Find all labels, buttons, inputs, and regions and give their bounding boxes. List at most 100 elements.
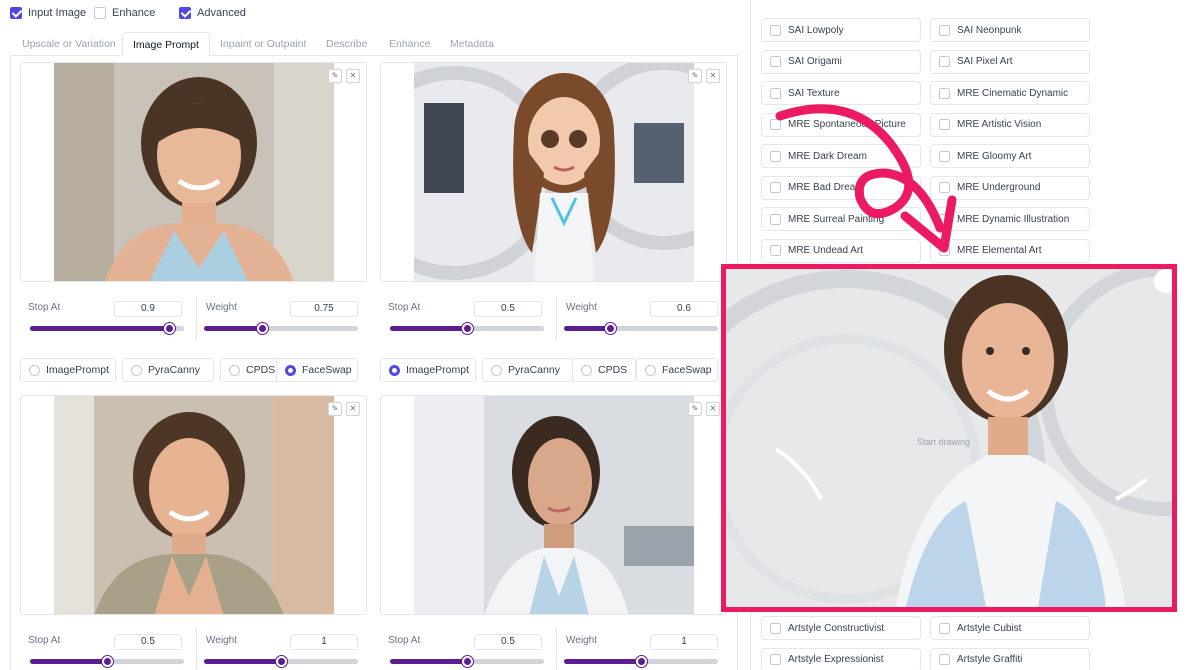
close-icon[interactable]: ✕: [706, 402, 720, 416]
weight-slider[interactable]: [564, 656, 718, 667]
style-option[interactable]: SAI Lowpoly: [761, 18, 921, 42]
style-option-label: SAI Origami: [788, 56, 842, 67]
image-slot-3[interactable]: ✎ ✕: [20, 395, 367, 615]
close-icon[interactable]: ✕: [706, 69, 720, 83]
image-slot-1[interactable]: ✎ ✕: [20, 62, 367, 282]
style-option[interactable]: Artstyle Graffiti: [930, 647, 1090, 670]
slider-thumb[interactable]: [276, 656, 287, 667]
slot-2-radio-pyracanny[interactable]: PyraCanny: [482, 358, 574, 382]
portrait-photo-3: [54, 396, 334, 614]
radio-label: PyraCanny: [508, 364, 560, 376]
portrait-photo-4: [414, 396, 694, 614]
slot-2-radio-faceswap[interactable]: FaceSwap: [636, 358, 718, 382]
checkbox-icon: [770, 56, 781, 67]
style-option-label: Artstyle Expressionist: [788, 654, 884, 665]
checkbox-icon: [939, 622, 950, 634]
radio-label: ImagePrompt: [406, 364, 470, 376]
style-option-label: SAI Pixel Art: [957, 56, 1013, 67]
slot-1-radio-imageprompt[interactable]: ImagePrompt: [20, 358, 116, 382]
style-option[interactable]: Artstyle Cubist: [930, 616, 1090, 640]
advanced-checkbox[interactable]: Advanced: [179, 7, 246, 19]
slot-2-radio-cpds[interactable]: CPDS: [572, 358, 636, 382]
enhance-checkbox[interactable]: Enhance: [94, 7, 155, 19]
close-icon[interactable]: ✕: [346, 402, 360, 416]
weight-value[interactable]: 1: [290, 634, 358, 650]
style-option[interactable]: SAI Origami: [761, 49, 921, 74]
stop-at-slider[interactable]: [390, 656, 544, 667]
checkbox-icon: [770, 622, 781, 634]
slot-1-radio-faceswap[interactable]: FaceSwap: [276, 358, 358, 382]
slot-2-radio-imageprompt[interactable]: ImagePrompt: [380, 358, 476, 382]
checkbox-icon: [770, 87, 781, 99]
stop-at-slider[interactable]: [30, 323, 184, 334]
stop-at-label: Stop At: [28, 635, 61, 646]
style-option[interactable]: SAI Pixel Art: [930, 49, 1090, 74]
slider-thumb[interactable]: [102, 656, 113, 667]
slider-thumb[interactable]: [462, 323, 473, 334]
input-image-label: Input Image: [28, 7, 87, 19]
style-option-label: Artstyle Cubist: [957, 622, 1022, 634]
pencil-icon[interactable]: ✎: [328, 69, 342, 83]
stop-at-label: Stop At: [388, 635, 421, 646]
pencil-icon[interactable]: ✎: [688, 69, 702, 83]
enhance-label: Enhance: [112, 7, 156, 19]
slider-thumb[interactable]: [462, 656, 473, 667]
style-option[interactable]: Artstyle Expressionist: [761, 647, 921, 670]
weight-value[interactable]: 1: [650, 634, 718, 650]
weight-slider[interactable]: [564, 323, 718, 334]
radio-icon: [29, 364, 40, 376]
stop-at-value[interactable]: 0.5: [474, 634, 542, 650]
tab-upscale-or-variation[interactable]: Upscale or Variation: [12, 32, 126, 56]
radio-icon: [491, 364, 502, 376]
radio-label: ImagePrompt: [46, 364, 110, 376]
top-options-bar: Input Image Enhance Advanced: [0, 0, 740, 28]
image-slot-4[interactable]: ✎ ✕: [380, 395, 727, 615]
tab-image-prompt[interactable]: Image Prompt: [122, 32, 210, 56]
slider-row-2: Stop At 0.5 Weight 1 Stop At 0.5 Weight …: [20, 629, 730, 670]
style-option-label: MRE Underground: [957, 182, 1041, 193]
input-image-check-icon: [10, 7, 22, 19]
weight-value[interactable]: 0.75: [290, 301, 358, 317]
radio-icon: [581, 364, 592, 376]
slider-thumb[interactable]: [256, 323, 268, 334]
style-option[interactable]: Artstyle Constructivist: [761, 616, 921, 640]
image-slot-2[interactable]: ✎ ✕: [380, 62, 727, 282]
style-option-label: MRE Dynamic Illustration: [957, 213, 1070, 225]
stop-at-label: Stop At: [28, 302, 61, 313]
annotation-arrow-icon: [775, 104, 957, 253]
pencil-icon[interactable]: ✎: [328, 402, 342, 416]
slider-thumb[interactable]: [605, 323, 617, 334]
weight-slider[interactable]: [204, 656, 358, 667]
input-image-checkbox[interactable]: Input Image: [10, 7, 86, 19]
slider-thumb[interactable]: [163, 323, 175, 334]
stop-at-value[interactable]: 0.9: [114, 301, 182, 317]
style-option-label: Artstyle Constructivist: [788, 622, 885, 634]
style-option[interactable]: SAI Neonpunk: [930, 18, 1090, 42]
style-option-label: MRE Elemental Art: [957, 245, 1042, 256]
radio-icon: [131, 364, 142, 376]
pencil-icon[interactable]: ✎: [688, 402, 702, 416]
slot-1-radio-cpds[interactable]: CPDS: [220, 358, 284, 382]
checkbox-icon: [939, 87, 950, 99]
tab-metadata[interactable]: Metadata: [440, 32, 504, 56]
result-image-frame[interactable]: Start drawing: [721, 264, 1177, 612]
radio-icon: [229, 364, 240, 376]
checkbox-icon: [770, 654, 781, 665]
stop-at-slider[interactable]: [30, 656, 184, 667]
stop-at-value[interactable]: 0.5: [114, 634, 182, 650]
slider-thumb[interactable]: [636, 656, 647, 667]
slot-1-radio-pyracanny[interactable]: PyraCanny: [122, 358, 214, 382]
tab-describe[interactable]: Describe: [316, 32, 377, 56]
close-icon[interactable]: ✕: [346, 69, 360, 83]
stop-at-value[interactable]: 0.5: [474, 301, 542, 317]
weight-slider[interactable]: [204, 323, 358, 334]
weight-label: Weight: [566, 302, 597, 313]
tab-enhance[interactable]: Enhance: [379, 32, 440, 56]
weight-value[interactable]: 0.6: [650, 301, 718, 317]
weight-label: Weight: [206, 302, 237, 313]
tab-inpaint-or-outpaint[interactable]: Inpaint or Outpaint: [210, 32, 316, 56]
input-tabs: Upscale or Variation Image Prompt Inpain…: [10, 32, 738, 56]
checkbox-icon: [939, 24, 950, 36]
image-slot-2-controls: ✎ ✕: [688, 69, 720, 83]
stop-at-slider[interactable]: [390, 323, 544, 334]
